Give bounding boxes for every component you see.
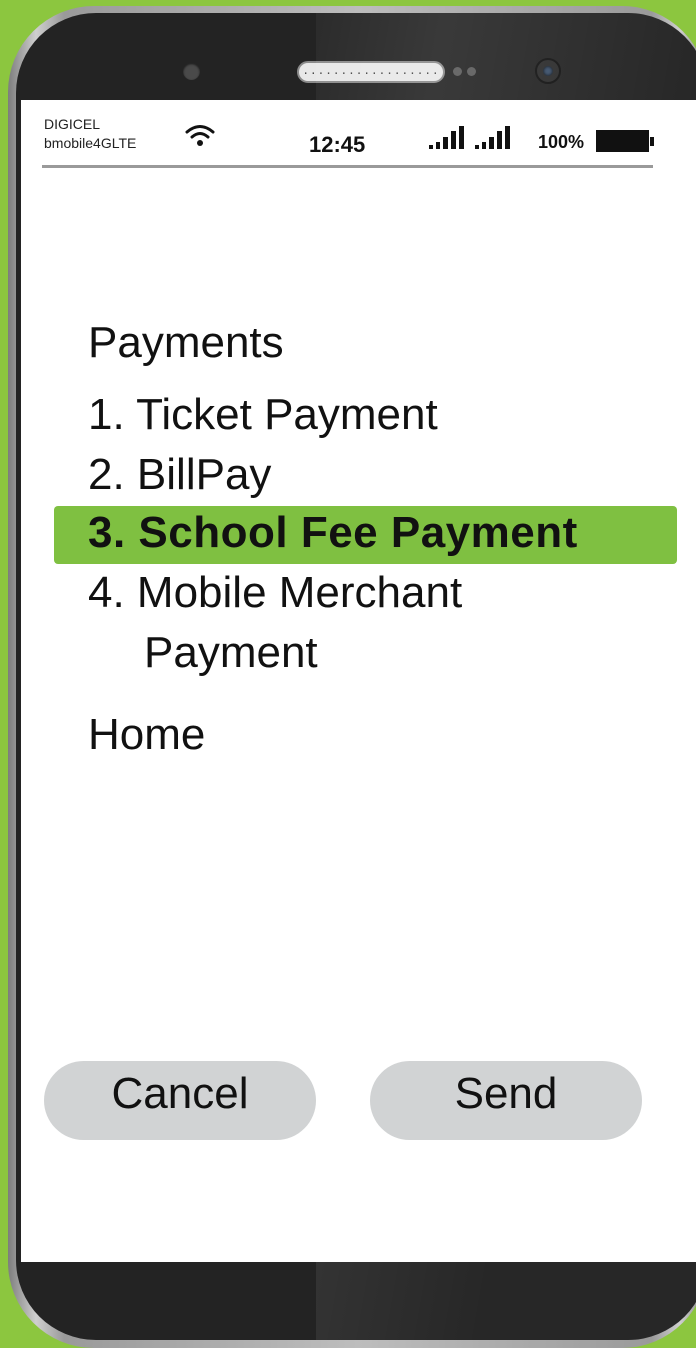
indicator-dot bbox=[467, 67, 476, 76]
menu-item-mobile-merchant-payment-line2[interactable]: Payment bbox=[144, 628, 318, 678]
status-bar: DIGICEL bmobile4GLTE 12:45 100% bbox=[21, 100, 696, 168]
proximity-sensor bbox=[183, 63, 200, 80]
menu-item-ticket-payment[interactable]: 1. Ticket Payment bbox=[88, 390, 438, 440]
status-divider bbox=[42, 165, 653, 168]
wifi-icon bbox=[185, 125, 215, 146]
signal-icon bbox=[475, 126, 510, 149]
front-camera bbox=[535, 58, 561, 84]
battery-percentage: 100% bbox=[538, 132, 585, 152]
cancel-button[interactable]: Cancel bbox=[44, 1061, 316, 1140]
menu-item-school-fee-payment[interactable]: 3. School Fee Payment bbox=[88, 508, 578, 558]
menu-title: Payments bbox=[88, 318, 284, 367]
phone-screen: DIGICEL bmobile4GLTE 12:45 100% Payments… bbox=[21, 100, 696, 1262]
menu-item-mobile-merchant-payment[interactable]: 4. Mobile Merchant bbox=[88, 568, 462, 618]
send-button[interactable]: Send bbox=[370, 1061, 642, 1140]
indicator-dot bbox=[453, 67, 462, 76]
battery-icon bbox=[596, 130, 654, 152]
network-name: bmobile4GLTE bbox=[44, 135, 137, 151]
clock: 12:45 bbox=[309, 132, 366, 157]
menu-item-billpay[interactable]: 2. BillPay bbox=[88, 450, 271, 500]
carrier-name: DIGICEL bbox=[44, 116, 101, 132]
menu-item-home[interactable]: Home bbox=[88, 710, 205, 760]
earpiece-speaker: .................. bbox=[297, 61, 445, 83]
signal-icon bbox=[429, 126, 464, 149]
